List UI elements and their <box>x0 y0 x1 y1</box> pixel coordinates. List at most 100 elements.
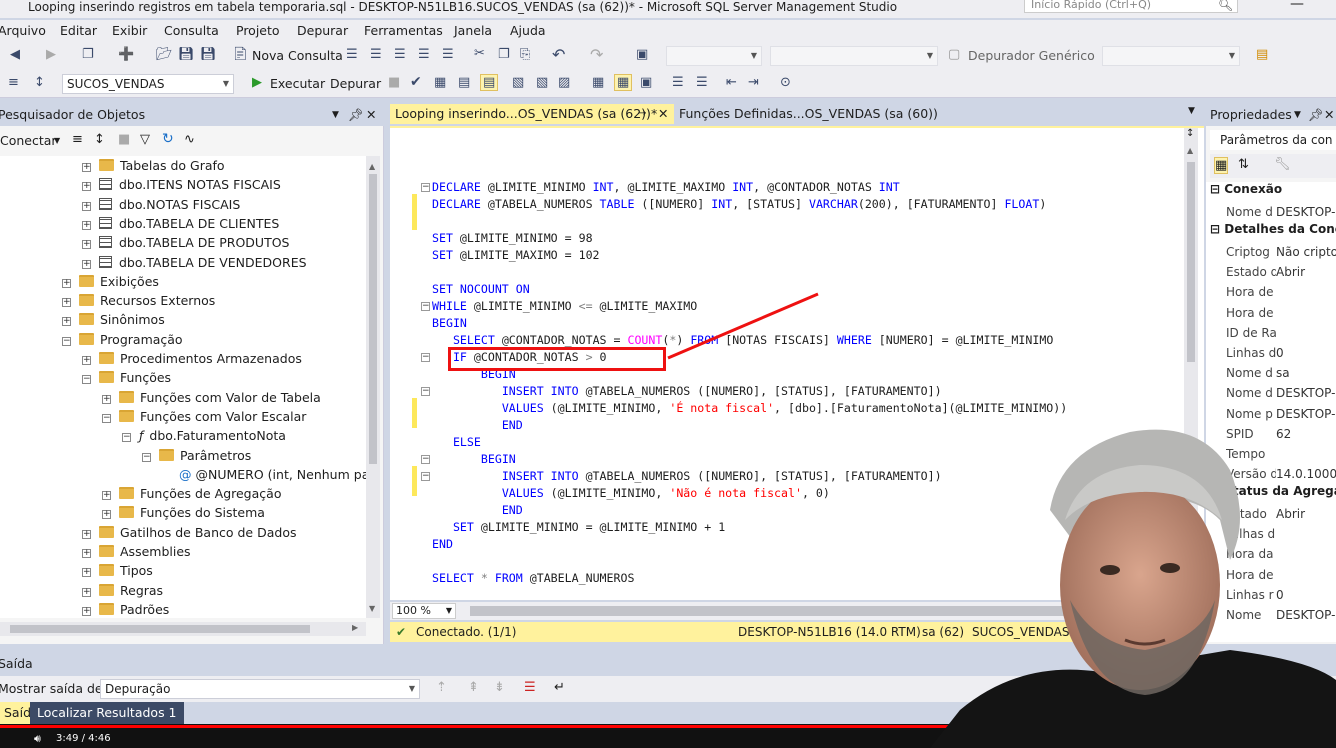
tree-node[interactable]: − Funções com Valor Escalar <box>102 407 306 426</box>
collapse-icon[interactable]: − <box>62 336 71 346</box>
activity-icon[interactable]: ∿ <box>184 132 195 147</box>
tree-node[interactable]: + Assemblies <box>82 542 191 561</box>
tree-horizontal-scrollbar[interactable]: ▶ <box>0 622 366 636</box>
tree-node[interactable]: + dbo.NOTAS FISCAIS <box>82 195 240 214</box>
property-row[interactable]: Linhas d0 <box>1206 343 1336 363</box>
save-icon[interactable]: 💾︎ <box>178 47 195 62</box>
fold-toggle-icon[interactable]: − <box>421 455 430 464</box>
expand-icon[interactable]: + <box>82 549 91 558</box>
menu-exibir[interactable]: Exibir <box>112 23 147 38</box>
expand-icon[interactable]: + <box>82 587 91 597</box>
save-all-icon[interactable]: 💾︎ <box>200 47 217 62</box>
fold-toggle-icon[interactable]: − <box>421 387 430 396</box>
split-icon[interactable]: ↕ <box>1186 128 1194 139</box>
panel-menu-icon[interactable]: ▼ <box>332 104 339 126</box>
panel-menu-icon[interactable]: ▼ <box>1294 104 1301 126</box>
search-icon[interactable]: 🔍︎ <box>1218 0 1233 12</box>
database-select[interactable]: SUCOS_VENDAS ▼ <box>62 74 234 94</box>
results-to-grid-icon[interactable]: ▦ <box>592 75 604 90</box>
new-query-icon[interactable]: 📄︎ <box>232 47 249 62</box>
property-row[interactable]: Estado d Abrir <box>1206 262 1336 282</box>
tree-node[interactable]: − Programação <box>62 330 183 349</box>
tree-node[interactable]: + Regras <box>82 581 163 600</box>
close-icon[interactable]: ✕ <box>366 104 376 126</box>
properties-object-select[interactable]: Parâmetros da con <box>1210 130 1336 150</box>
new-query-button[interactable]: Nova Consulta <box>252 48 343 63</box>
tree-node[interactable]: − Parâmetros <box>142 446 251 465</box>
fold-toggle-icon[interactable]: − <box>421 472 430 481</box>
expand-icon[interactable]: + <box>82 356 91 365</box>
back-icon[interactable]: ◀ <box>10 47 20 62</box>
collapse-icon[interactable]: ⊟ <box>1210 222 1220 236</box>
change-connection-icon[interactable]: ↕ <box>34 75 45 90</box>
tree-node[interactable]: + Funções de Agregação <box>102 484 281 503</box>
specify-values-icon[interactable]: ⊙ <box>780 75 791 90</box>
stop-icon[interactable]: ■ <box>388 75 400 90</box>
tree-node[interactable]: − Funções <box>82 368 171 387</box>
tree-node[interactable]: + dbo.TABELA DE PRODUTOS <box>82 233 289 252</box>
undo-icon[interactable]: ↶ <box>552 45 565 64</box>
categorized-icon[interactable]: ▦ <box>1214 157 1229 174</box>
expand-icon[interactable]: + <box>82 259 91 269</box>
scroll-right-icon[interactable]: ▶ <box>352 623 358 632</box>
collapse-icon[interactable]: − <box>82 375 91 385</box>
menu-janela[interactable]: Janela <box>454 23 492 38</box>
stop-icon[interactable]: ■ <box>118 132 130 147</box>
query-designer-icon[interactable]: ▤ <box>458 75 470 90</box>
menu-depurar[interactable]: Depurar <box>297 23 348 38</box>
menu-consulta[interactable]: Consulta <box>164 23 219 38</box>
cut-icon[interactable]: ✂ <box>474 46 485 61</box>
tree-node[interactable]: + Gatilhos de Banco de Dados <box>82 523 296 542</box>
parse-check-icon[interactable]: ✔ <box>410 74 422 90</box>
redo-icon[interactable]: ↷ <box>590 45 603 64</box>
property-row[interactable]: Nome d DESKTOP-I <box>1206 383 1336 403</box>
dmx-query-icon[interactable]: ☰ <box>394 47 406 62</box>
scroll-thumb[interactable] <box>10 625 310 633</box>
fold-toggle-icon[interactable]: − <box>421 302 430 311</box>
property-row[interactable]: Nome d DESKTOP-I <box>1206 202 1336 222</box>
new-project-icon[interactable]: ❐ <box>82 47 94 62</box>
open-folder-icon[interactable]: 📂︎ <box>156 47 173 62</box>
scroll-down-icon[interactable]: ▼ <box>369 604 375 613</box>
decrease-indent-icon[interactable]: ⇤ <box>726 75 737 90</box>
expand-icon[interactable]: + <box>102 491 111 501</box>
connect-plug-icon[interactable]: ≡ <box>72 132 83 147</box>
collapse-icon[interactable]: ⊟ <box>1210 182 1220 196</box>
tree-node[interactable]: + Exibições <box>62 272 159 291</box>
mdx-query-icon[interactable]: ☰ <box>370 47 382 62</box>
alphabetical-icon[interactable]: ⇅ <box>1238 157 1249 172</box>
expand-icon[interactable]: + <box>82 240 91 250</box>
comment-icon[interactable]: ☰ <box>672 75 684 90</box>
menu-arquivo[interactable]: Arquivo <box>0 23 46 38</box>
pin-icon[interactable]: → <box>638 104 646 124</box>
tree-node[interactable]: + Padrões <box>82 600 169 618</box>
add-item-icon[interactable]: ➕ <box>118 47 134 62</box>
xmla-query-icon[interactable]: ☰ <box>418 47 430 62</box>
clear-all-icon[interactable]: ☰ <box>524 680 536 695</box>
tree-node[interactable]: + Tipos <box>82 561 153 580</box>
live-stats-icon[interactable]: ▧ <box>512 75 524 90</box>
next-message-icon[interactable]: ⇟ <box>494 680 505 695</box>
expand-icon[interactable]: + <box>62 278 71 288</box>
menu-editar[interactable]: Editar <box>60 23 97 38</box>
expand-icon[interactable]: + <box>62 317 71 327</box>
platform-select[interactable]: ▼ <box>770 46 938 66</box>
tree-node[interactable]: + Tabelas do Grafo <box>82 156 225 175</box>
include-actual-plan-icon[interactable]: ▤ <box>480 74 499 91</box>
paste-icon[interactable]: ⎘ <box>520 47 530 62</box>
execute-icon[interactable]: ▶ <box>252 75 262 90</box>
results-to-text-icon[interactable]: ▨ <box>558 75 570 90</box>
tree-node[interactable]: + Funções do Sistema <box>102 503 265 522</box>
expand-icon[interactable]: + <box>82 529 91 539</box>
expand-icon[interactable]: + <box>82 163 91 172</box>
activity-monitor-icon[interactable]: ▣ <box>636 47 648 62</box>
scroll-thumb[interactable] <box>369 174 377 464</box>
generic-debugger-button[interactable]: Depurador Genérico <box>968 48 1095 63</box>
fold-toggle-icon[interactable]: − <box>421 183 430 192</box>
find-icon[interactable]: ▤ <box>1256 47 1268 62</box>
disconnect-icon[interactable]: ↕ <box>94 132 105 147</box>
results-grid-toggle-icon[interactable]: ▦ <box>614 74 633 91</box>
previous-message-icon[interactable]: ⇞ <box>468 680 479 695</box>
tree-node[interactable]: + Recursos Externos <box>62 291 215 310</box>
tree-node[interactable]: + dbo.ITENS NOTAS FISCAIS <box>82 175 281 194</box>
